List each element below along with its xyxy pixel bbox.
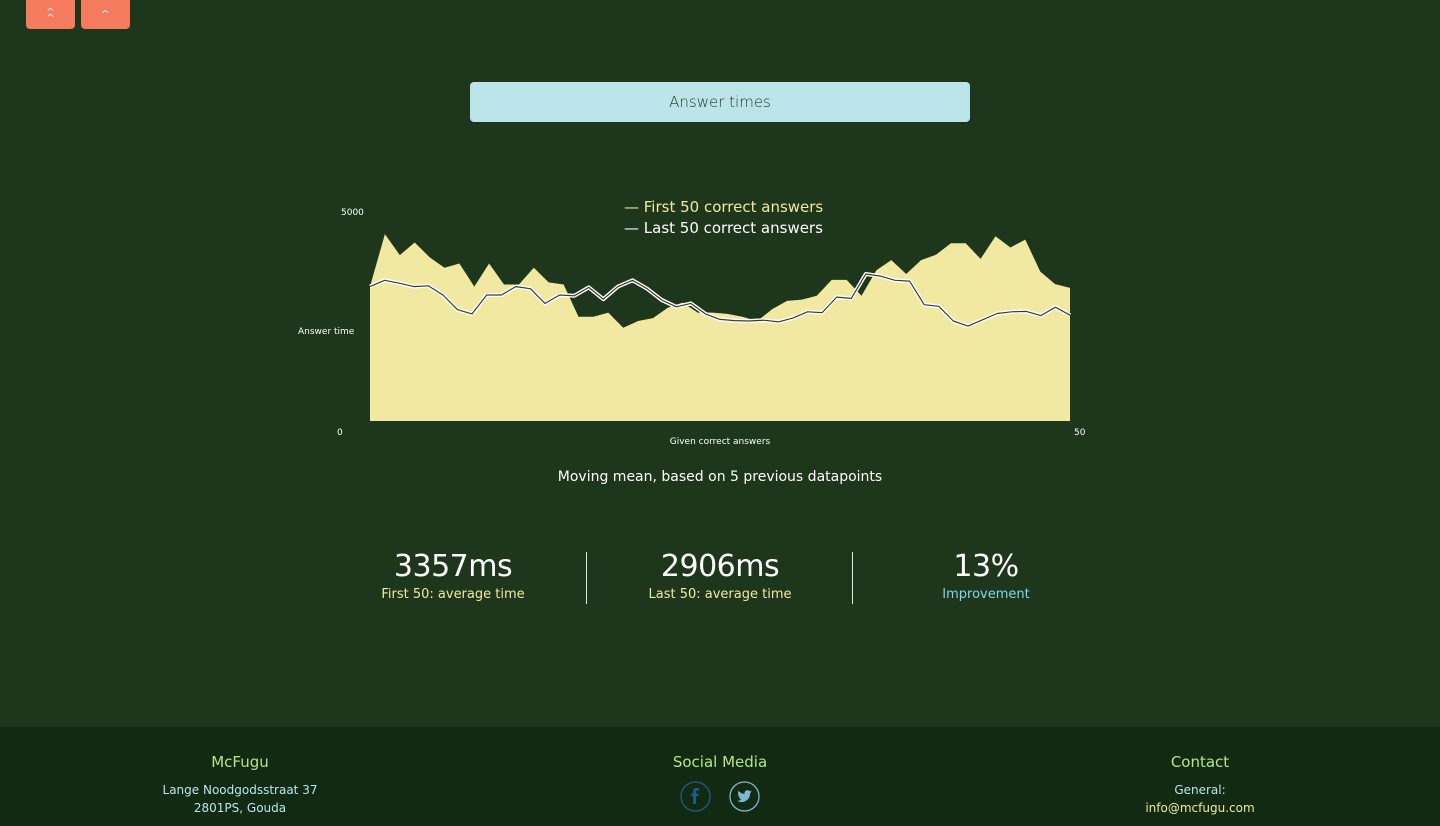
footer-address-line: Lange Noodgodsstraat 37 xyxy=(162,783,318,797)
y-axis-label: Answer time xyxy=(298,327,355,337)
twitter-icon[interactable] xyxy=(729,781,760,812)
stat-value: 3357ms xyxy=(393,549,513,584)
first-50-area xyxy=(370,234,1070,421)
y-tick-0: 0 xyxy=(337,428,343,438)
stat-improvement: 13% Improvement xyxy=(853,549,1119,603)
footer-contact: Contact General: info@mcfugu.com xyxy=(1050,753,1350,815)
stat-value: 2906ms xyxy=(660,549,780,584)
answer-times-chart: — First 50 correct answers — Last 50 cor… xyxy=(298,198,1086,447)
footer-social-heading: Social Media xyxy=(672,753,768,771)
y-tick-5000: 5000 xyxy=(341,208,364,218)
facebook-icon[interactable] xyxy=(680,781,711,812)
footer-company-heading: McFugu xyxy=(211,753,269,771)
scroll-up-button[interactable]: ^ xyxy=(81,0,130,29)
footer-company: McFugu Lange Noodgodsstraat 37 2801PS, G… xyxy=(90,753,390,815)
footer-contact-label: General: xyxy=(1174,783,1226,797)
double-chevron-up-icon: ^ ^ xyxy=(46,6,55,24)
chart-caption: Moving mean, based on 5 previous datapoi… xyxy=(557,469,883,485)
stat-label: Improvement xyxy=(942,587,1030,602)
footer-contact-heading: Contact xyxy=(1170,753,1230,771)
stats-row: 3357ms First 50: average time 2906ms Las… xyxy=(0,550,1440,606)
stat-value: 13% xyxy=(953,549,1019,584)
legend-last-50: — Last 50 correct answers xyxy=(624,219,823,237)
stat-label: Last 50: average time xyxy=(648,587,792,602)
chart-title-button[interactable]: Answer times xyxy=(470,82,970,122)
stat-first-50: 3357ms First 50: average time xyxy=(320,549,586,603)
x-axis-label: Given correct answers xyxy=(670,437,771,447)
legend-first-50: — First 50 correct answers xyxy=(624,198,823,216)
footer: McFugu Lange Noodgodsstraat 37 2801PS, G… xyxy=(0,727,1440,826)
x-tick-50: 50 xyxy=(1074,428,1086,438)
chevron-up-icon: ^ xyxy=(100,8,111,21)
footer-social: Social Media xyxy=(570,753,870,812)
footer-email-link[interactable]: info@mcfugu.com xyxy=(1050,801,1350,815)
scroll-to-top-button[interactable]: ^ ^ xyxy=(26,0,75,29)
chart-title-label: Answer times xyxy=(669,93,771,111)
footer-address-line: 2801PS, Gouda xyxy=(193,801,287,815)
stat-last-50: 2906ms Last 50: average time xyxy=(587,549,853,603)
stat-label: First 50: average time xyxy=(381,587,525,602)
